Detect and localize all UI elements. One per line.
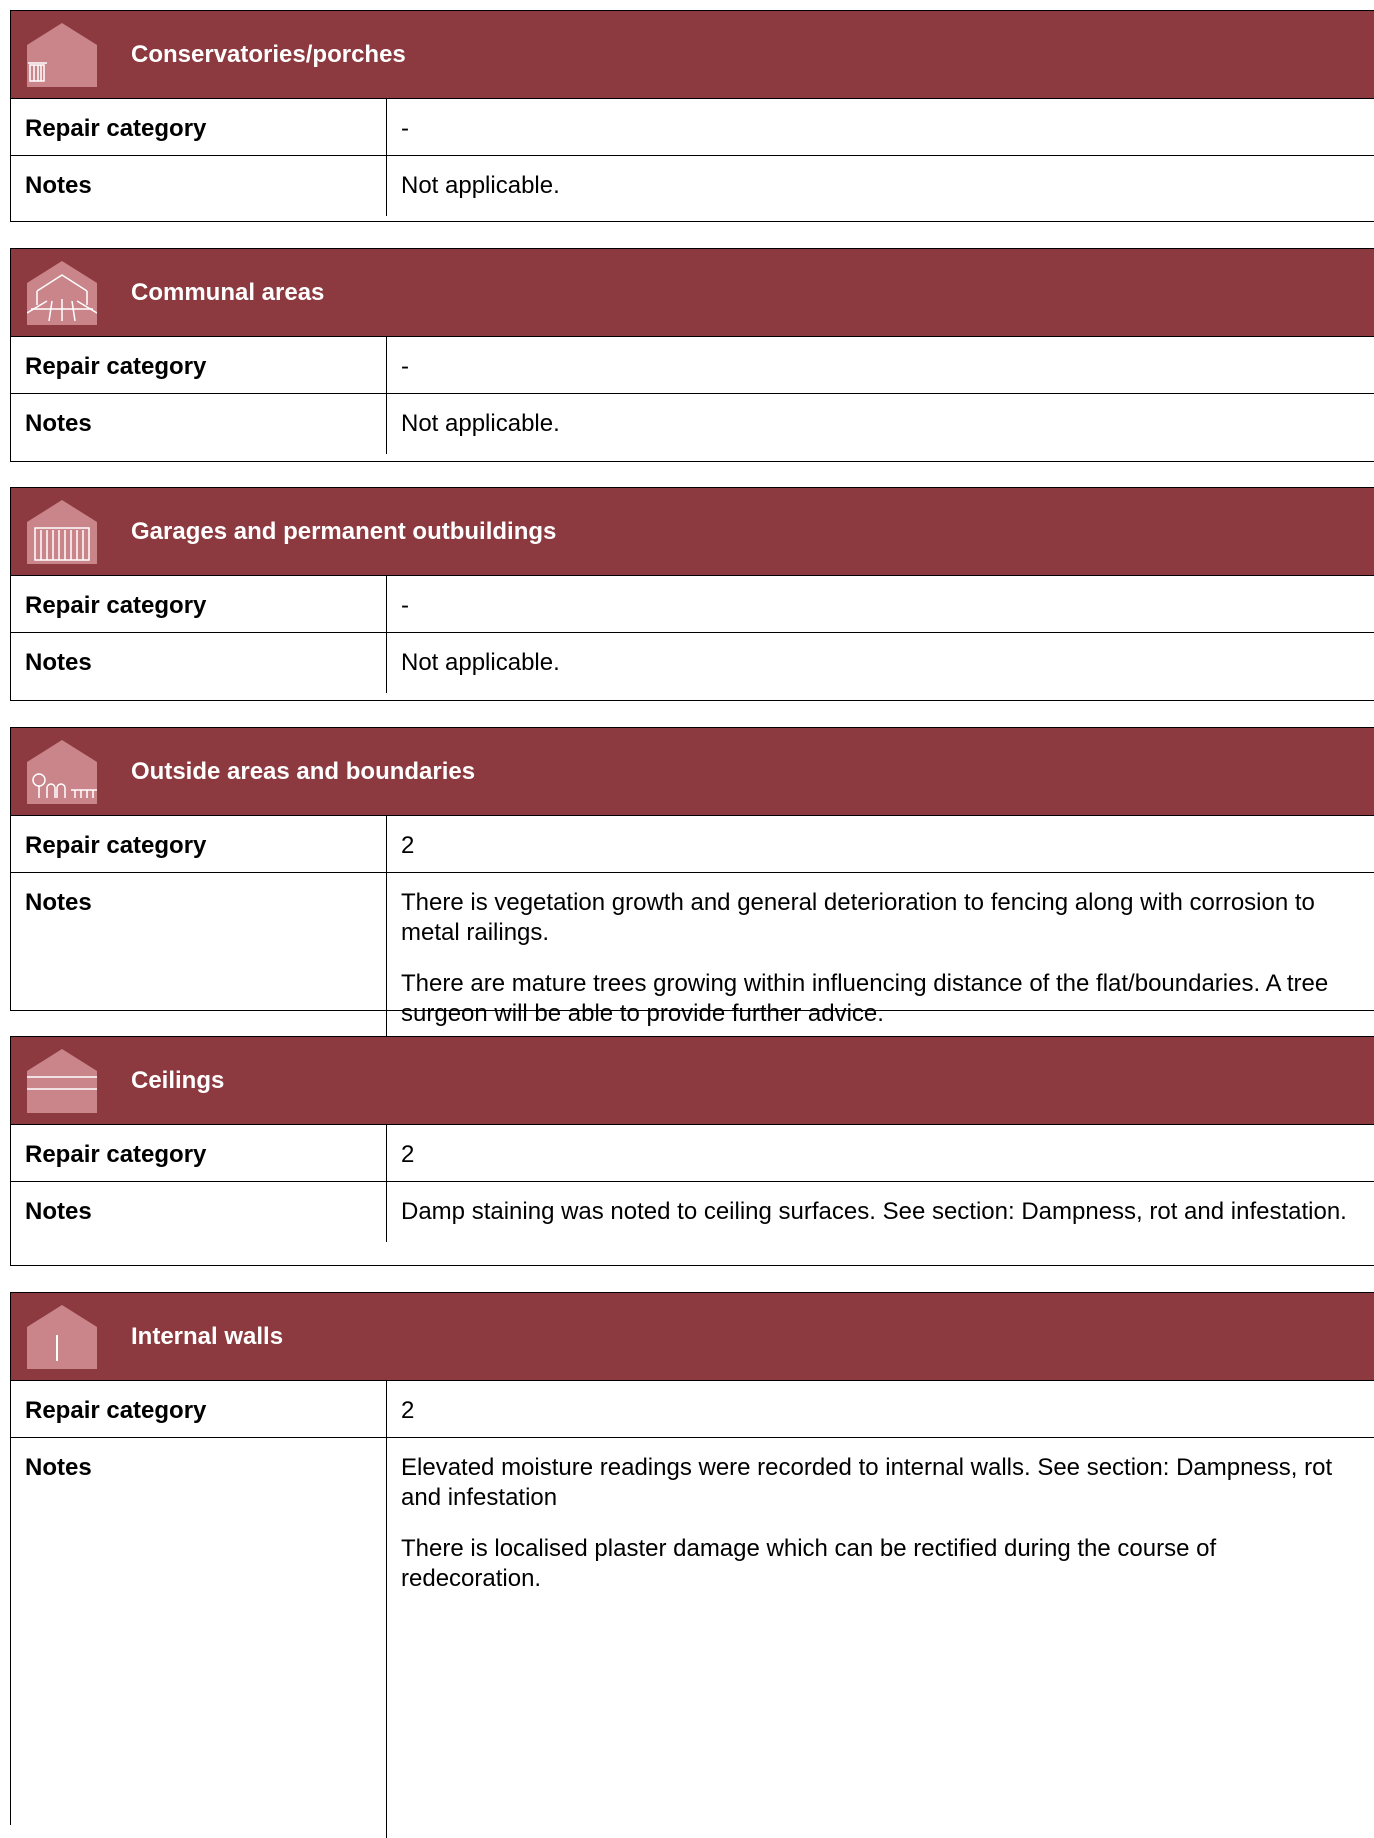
repair-category-row: Repair category 2: [11, 1125, 1374, 1182]
repair-category-row: Repair category 2: [11, 816, 1374, 873]
repair-category-value: 2: [401, 1141, 415, 1168]
repair-category-value: 2: [401, 832, 415, 859]
garage-icon: [27, 500, 97, 564]
repair-category-label: Repair category: [11, 1125, 387, 1181]
repair-category-value: -: [401, 115, 409, 142]
notes-value: Damp staining was noted to ceiling surfa…: [387, 1182, 1374, 1242]
repair-category-row: Repair category -: [11, 99, 1374, 156]
notes-label: Notes: [11, 394, 387, 454]
notes-row: Notes Elevated moisture readings were re…: [11, 1438, 1374, 1838]
repair-category-value: -: [401, 353, 409, 380]
notes-row: Notes Not applicable.: [11, 633, 1374, 693]
notes-label: Notes: [11, 1182, 387, 1242]
repair-category-value: -: [401, 592, 409, 619]
notes-value: Not applicable.: [387, 156, 1374, 216]
repair-category-label: Repair category: [11, 816, 387, 872]
section-title: Internal walls: [131, 1323, 284, 1350]
repair-category-value: 2: [401, 1397, 415, 1424]
section-communal-areas: Communal areas Repair category - Notes N…: [10, 248, 1374, 462]
internal-walls-icon: [27, 1305, 97, 1369]
section-header: Outside areas and boundaries: [11, 728, 1374, 816]
note-paragraph: There are mature trees growing within in…: [401, 970, 1329, 1027]
section-title: Conservatories/porches: [131, 41, 406, 68]
notes-label: Notes: [11, 873, 387, 1044]
repair-category-row: Repair category -: [11, 337, 1374, 394]
section-garages: Garages and permanent outbuildings Repai…: [10, 487, 1374, 701]
section-header: Garages and permanent outbuildings: [11, 488, 1374, 576]
repair-category-label: Repair category: [11, 1381, 387, 1437]
outside-areas-icon: [27, 740, 97, 804]
section-conservatories: Conservatories/porches Repair category -…: [10, 10, 1374, 222]
repair-category-label: Repair category: [11, 576, 387, 632]
note-paragraph: Damp staining was noted to ceiling surfa…: [401, 1198, 1347, 1225]
repair-category-row: Repair category -: [11, 576, 1374, 633]
section-outside-areas: Outside areas and boundaries Repair cate…: [10, 727, 1374, 1044]
ceilings-icon: [27, 1049, 97, 1113]
notes-value: Not applicable.: [387, 394, 1374, 454]
notes-row: Notes Not applicable.: [11, 394, 1374, 454]
notes-label: Notes: [11, 156, 387, 216]
section-header: Communal areas: [11, 249, 1374, 337]
notes-value: Elevated moisture readings were recorded…: [387, 1438, 1374, 1838]
note-paragraph: Not applicable.: [401, 649, 560, 676]
notes-row: Notes There is vegetation growth and gen…: [11, 873, 1374, 1044]
repair-category-label: Repair category: [11, 99, 387, 155]
notes-label: Notes: [11, 633, 387, 693]
note-paragraph: There is localised plaster damage which …: [401, 1535, 1217, 1592]
section-title: Outside areas and boundaries: [131, 758, 476, 785]
note-paragraph: Elevated moisture readings were recorded…: [401, 1454, 1333, 1511]
section-header: Internal walls: [11, 1293, 1374, 1381]
notes-value: There is vegetation growth and general d…: [387, 873, 1374, 1044]
section-internal-walls: Internal walls Repair category 2 Notes E…: [10, 1292, 1374, 1838]
repair-category-row: Repair category 2: [11, 1381, 1374, 1438]
section-title: Communal areas: [131, 279, 325, 306]
note-paragraph: Not applicable.: [401, 172, 560, 199]
section-ceilings: Ceilings Repair category 2 Notes Damp st…: [10, 1036, 1374, 1266]
section-header: Ceilings: [11, 1037, 1374, 1125]
notes-label: Notes: [11, 1438, 387, 1838]
section-title: Ceilings: [131, 1067, 225, 1094]
note-paragraph: There is vegetation growth and general d…: [401, 889, 1315, 946]
note-paragraph: Not applicable.: [401, 410, 560, 437]
notes-row: Notes Damp staining was noted to ceiling…: [11, 1182, 1374, 1242]
communal-areas-icon: [27, 261, 97, 325]
repair-category-label: Repair category: [11, 337, 387, 393]
section-header: Conservatories/porches: [11, 11, 1374, 99]
notes-row: Notes Not applicable.: [11, 156, 1374, 216]
notes-value: Not applicable.: [387, 633, 1374, 693]
conservatory-icon: [27, 23, 97, 87]
section-title: Garages and permanent outbuildings: [131, 518, 557, 545]
